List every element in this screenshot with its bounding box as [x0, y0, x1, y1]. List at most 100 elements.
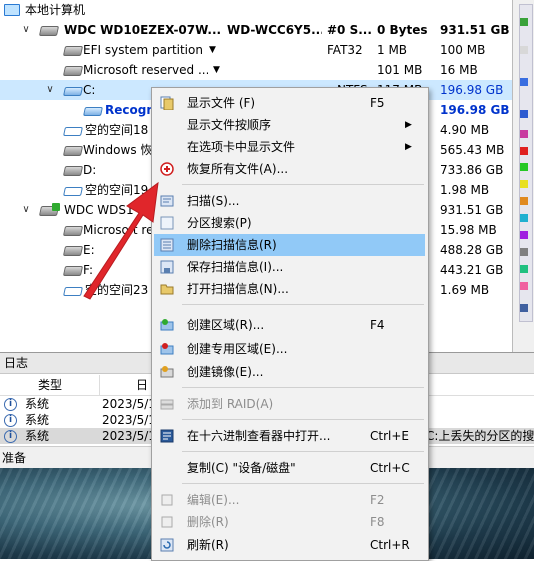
row-size: 1.69 MB	[440, 283, 490, 297]
collapse-arrow-icon[interactable]: ∨	[44, 80, 56, 100]
menu-label: 分区搜索(P)	[187, 216, 252, 230]
menu-item-create-special-region[interactable]: 创建专用区域(E)...	[154, 338, 425, 360]
computer-icon	[4, 4, 20, 16]
row-name: 空的空间19	[85, 183, 149, 197]
partition-icon	[62, 46, 84, 56]
create-special-region-icon	[160, 343, 174, 355]
empty-space-icon	[63, 127, 83, 136]
dropdown-arrow-icon[interactable]: ▼	[213, 60, 220, 80]
legend-swatch	[520, 18, 528, 26]
row-name: E:	[83, 243, 95, 257]
recognized-volume-icon	[83, 107, 103, 116]
menu-item-refresh[interactable]: 刷新(R) Ctrl+R	[154, 534, 425, 556]
log-type: 系统	[25, 397, 50, 411]
log-message: C:上丢失的分区的搜索	[426, 429, 534, 443]
info-icon: i	[4, 414, 17, 427]
ssd-badge-icon	[52, 203, 60, 211]
row-size: 931.51 GB	[440, 23, 510, 37]
log-date: 2023/5/1	[102, 429, 156, 443]
menu-item-hex-viewer[interactable]: 在十六进制查看器中打开... Ctrl+E	[154, 425, 425, 447]
menu-label: 刷新(R)	[187, 538, 229, 552]
menu-item-open-scan-info[interactable]: 打开扫描信息(N)...	[154, 278, 425, 300]
menu-item-delete[interactable]: 删除(R) F8	[154, 511, 425, 533]
legend-swatch	[520, 180, 528, 188]
legend-swatch	[520, 78, 528, 86]
legend-swatch	[520, 248, 528, 256]
tree-root-label: 本地计算机	[25, 3, 86, 17]
menu-item-scan[interactable]: 扫描(S)...	[154, 190, 425, 212]
menu-item-edit[interactable]: 编辑(E)... F2	[154, 489, 425, 511]
row-size: 15.98 MB	[440, 223, 497, 237]
row-col3: #0 S...	[327, 23, 371, 37]
menu-item-add-to-raid[interactable]: 添加到 RAID(A)	[154, 393, 425, 415]
scan-icon	[160, 195, 174, 207]
menu-shortcut: Ctrl+C	[370, 461, 410, 475]
volume-icon	[63, 87, 83, 96]
menu-separator	[182, 451, 424, 452]
column-divider[interactable]	[99, 375, 100, 395]
context-menu[interactable]: 显示文件 (F) F5 显示文件按顺序 ▶ 在选项卡中显示文件 ▶ 恢复所有文件…	[151, 87, 429, 561]
row-name: D:	[83, 163, 97, 177]
menu-label: 创建专用区域(E)...	[187, 342, 288, 356]
row-name: F:	[83, 263, 94, 277]
menu-label: 打开扫描信息(N)...	[187, 282, 289, 296]
menu-item-create-image[interactable]: 创建镜像(E)...	[154, 361, 425, 383]
menu-label: 在选项卡中显示文件	[187, 140, 296, 154]
menu-shortcut: Ctrl+R	[370, 538, 410, 552]
menu-label: 保存扫描信息(I)...	[187, 260, 284, 274]
info-icon: i	[4, 430, 17, 443]
row-size: 733.86 GB	[440, 163, 504, 177]
log-date: 2023/5/1	[102, 397, 156, 411]
hex-viewer-icon	[160, 429, 174, 443]
row-size: 931.51 GB	[440, 203, 504, 217]
legend-swatch	[520, 265, 528, 273]
menu-separator	[182, 483, 424, 484]
row-name: 空的空间23	[85, 283, 149, 297]
menu-item-partition-search[interactable]: 分区搜索(P)	[154, 212, 425, 234]
menu-item-show-in-tab[interactable]: 在选项卡中显示文件 ▶	[154, 136, 425, 158]
partition-icon	[62, 146, 84, 156]
row-size: 196.98 GB	[440, 83, 504, 97]
partition-map-panel[interactable]	[512, 0, 534, 352]
menu-item-create-region[interactable]: 创建区域(R)... F4	[154, 314, 425, 336]
menu-item-copy[interactable]: 复制(C) "设备/磁盘" Ctrl+C	[154, 457, 425, 479]
menu-separator	[182, 184, 424, 185]
menu-item-recover-all[interactable]: 恢复所有文件(A)...	[154, 158, 425, 180]
raid-icon	[160, 399, 174, 410]
row-name: Microsoft reserved ...	[83, 63, 208, 77]
legend-swatch	[520, 147, 528, 155]
collapse-arrow-icon[interactable]: ∨	[20, 200, 32, 220]
row-col4: 1 MB	[377, 43, 408, 57]
row-size: 1.98 MB	[440, 183, 490, 197]
tree-row-disk0[interactable]: ∨ WDC WD10EZEX-07W... WD-WCC6Y5... #0 S.…	[0, 20, 512, 40]
tree-row-efi[interactable]: EFI system partition ▼ FAT32 1 MB 100 MB	[0, 40, 512, 60]
submenu-arrow-icon: ▶	[405, 142, 412, 152]
partition-icon	[62, 246, 84, 256]
row-name: WDC WD10EZEX-07W...	[64, 23, 222, 37]
partition-icon	[62, 226, 84, 236]
info-icon: i	[4, 398, 17, 411]
refresh-icon	[160, 538, 174, 552]
tree-root-local-computer[interactable]: 本地计算机	[0, 0, 512, 20]
legend-swatch	[520, 46, 528, 54]
row-col3: FAT32	[327, 43, 363, 57]
row-name: WDC WDS1	[64, 203, 134, 217]
dropdown-arrow-icon[interactable]: ▼	[209, 40, 216, 60]
menu-item-show-files-ordered[interactable]: 显示文件按顺序 ▶	[154, 114, 425, 136]
menu-shortcut: F2	[370, 493, 385, 507]
tree-row-msr[interactable]: Microsoft reserved ... ▼ 101 MB 16 MB	[0, 60, 512, 80]
log-date: 2023/5/1	[102, 413, 156, 427]
menu-item-save-scan-info[interactable]: 保存扫描信息(I)...	[154, 256, 425, 278]
menu-separator	[182, 387, 424, 388]
menu-separator	[182, 419, 424, 420]
collapse-arrow-icon[interactable]: ∨	[20, 20, 32, 40]
open-folder-icon	[160, 284, 174, 295]
menu-item-delete-scan-info[interactable]: 删除扫描信息(R)	[154, 234, 425, 256]
row-size: 488.28 GB	[440, 243, 504, 257]
log-col-date[interactable]: 日	[136, 375, 148, 395]
row-name: C:	[83, 83, 96, 97]
menu-item-show-files[interactable]: 显示文件 (F) F5	[154, 92, 425, 114]
submenu-arrow-icon: ▶	[405, 120, 412, 130]
legend-swatch	[520, 231, 528, 239]
log-col-type[interactable]: 类型	[38, 375, 62, 395]
